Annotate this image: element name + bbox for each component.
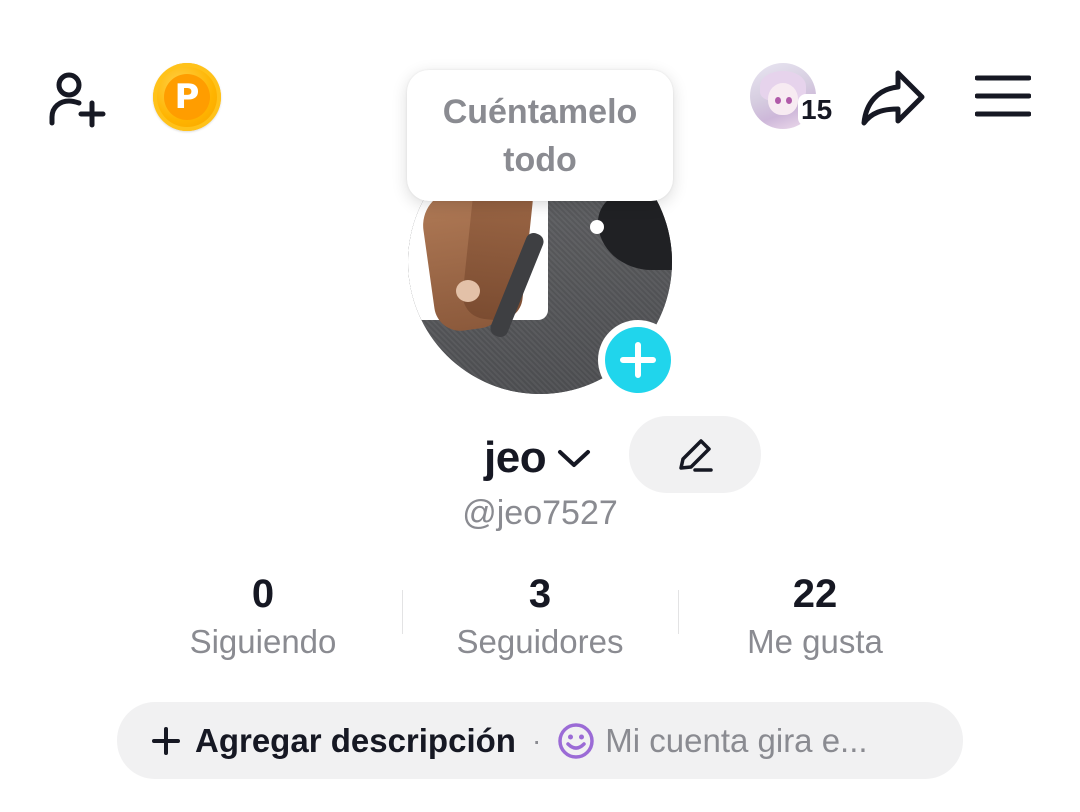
add-description-label: Agregar descripción [195, 721, 516, 759]
plus-icon [620, 342, 656, 378]
followers-label: Seguidores [456, 623, 624, 660]
likes-label: Me gusta [747, 623, 883, 660]
username: @jeo7527 [462, 494, 618, 532]
add-description-button[interactable]: Agregar descripción · Mi cuenta gira e..… [117, 702, 963, 779]
hamburger-menu-icon [975, 75, 1031, 117]
smiley-icon [558, 722, 595, 759]
pencil-icon [679, 438, 713, 472]
separator-dot: · [531, 724, 542, 756]
followers-stat[interactable]: 3 Seguidores [420, 570, 660, 666]
following-stat[interactable]: 0 Siguiendo [143, 570, 383, 666]
likes-stat[interactable]: 22 Me gusta [695, 570, 935, 666]
coin-letter: P [174, 77, 200, 117]
chevron-down-icon [558, 450, 591, 467]
account-switcher[interactable]: jeo [484, 428, 592, 488]
stat-divider [678, 590, 679, 634]
edit-profile-button[interactable] [629, 416, 761, 493]
plus-icon [152, 726, 180, 755]
tooltip-text: Cuéntamelo todo [442, 92, 638, 179]
share-button[interactable] [856, 62, 930, 132]
add-photo-button[interactable] [598, 320, 678, 400]
add-friend-button[interactable] [40, 60, 116, 136]
followers-count: 3 [528, 572, 552, 616]
status-tooltip[interactable]: Cuéntamelo todo [407, 70, 673, 201]
friend-notification-count: 15 [798, 94, 836, 126]
share-arrow-icon [861, 70, 925, 126]
coin-icon: P [164, 74, 210, 120]
person-add-icon [49, 72, 106, 128]
likes-count: 22 [792, 572, 838, 616]
stat-divider [402, 590, 403, 634]
tooltip-pointer-dot [590, 220, 604, 234]
following-count: 0 [251, 572, 275, 616]
coins-button[interactable]: P [153, 63, 221, 131]
status-text: Mi cuenta gira e... [605, 721, 868, 759]
menu-button[interactable] [970, 66, 1036, 126]
display-name: jeo [484, 433, 547, 482]
following-label: Siguiendo [189, 623, 337, 660]
